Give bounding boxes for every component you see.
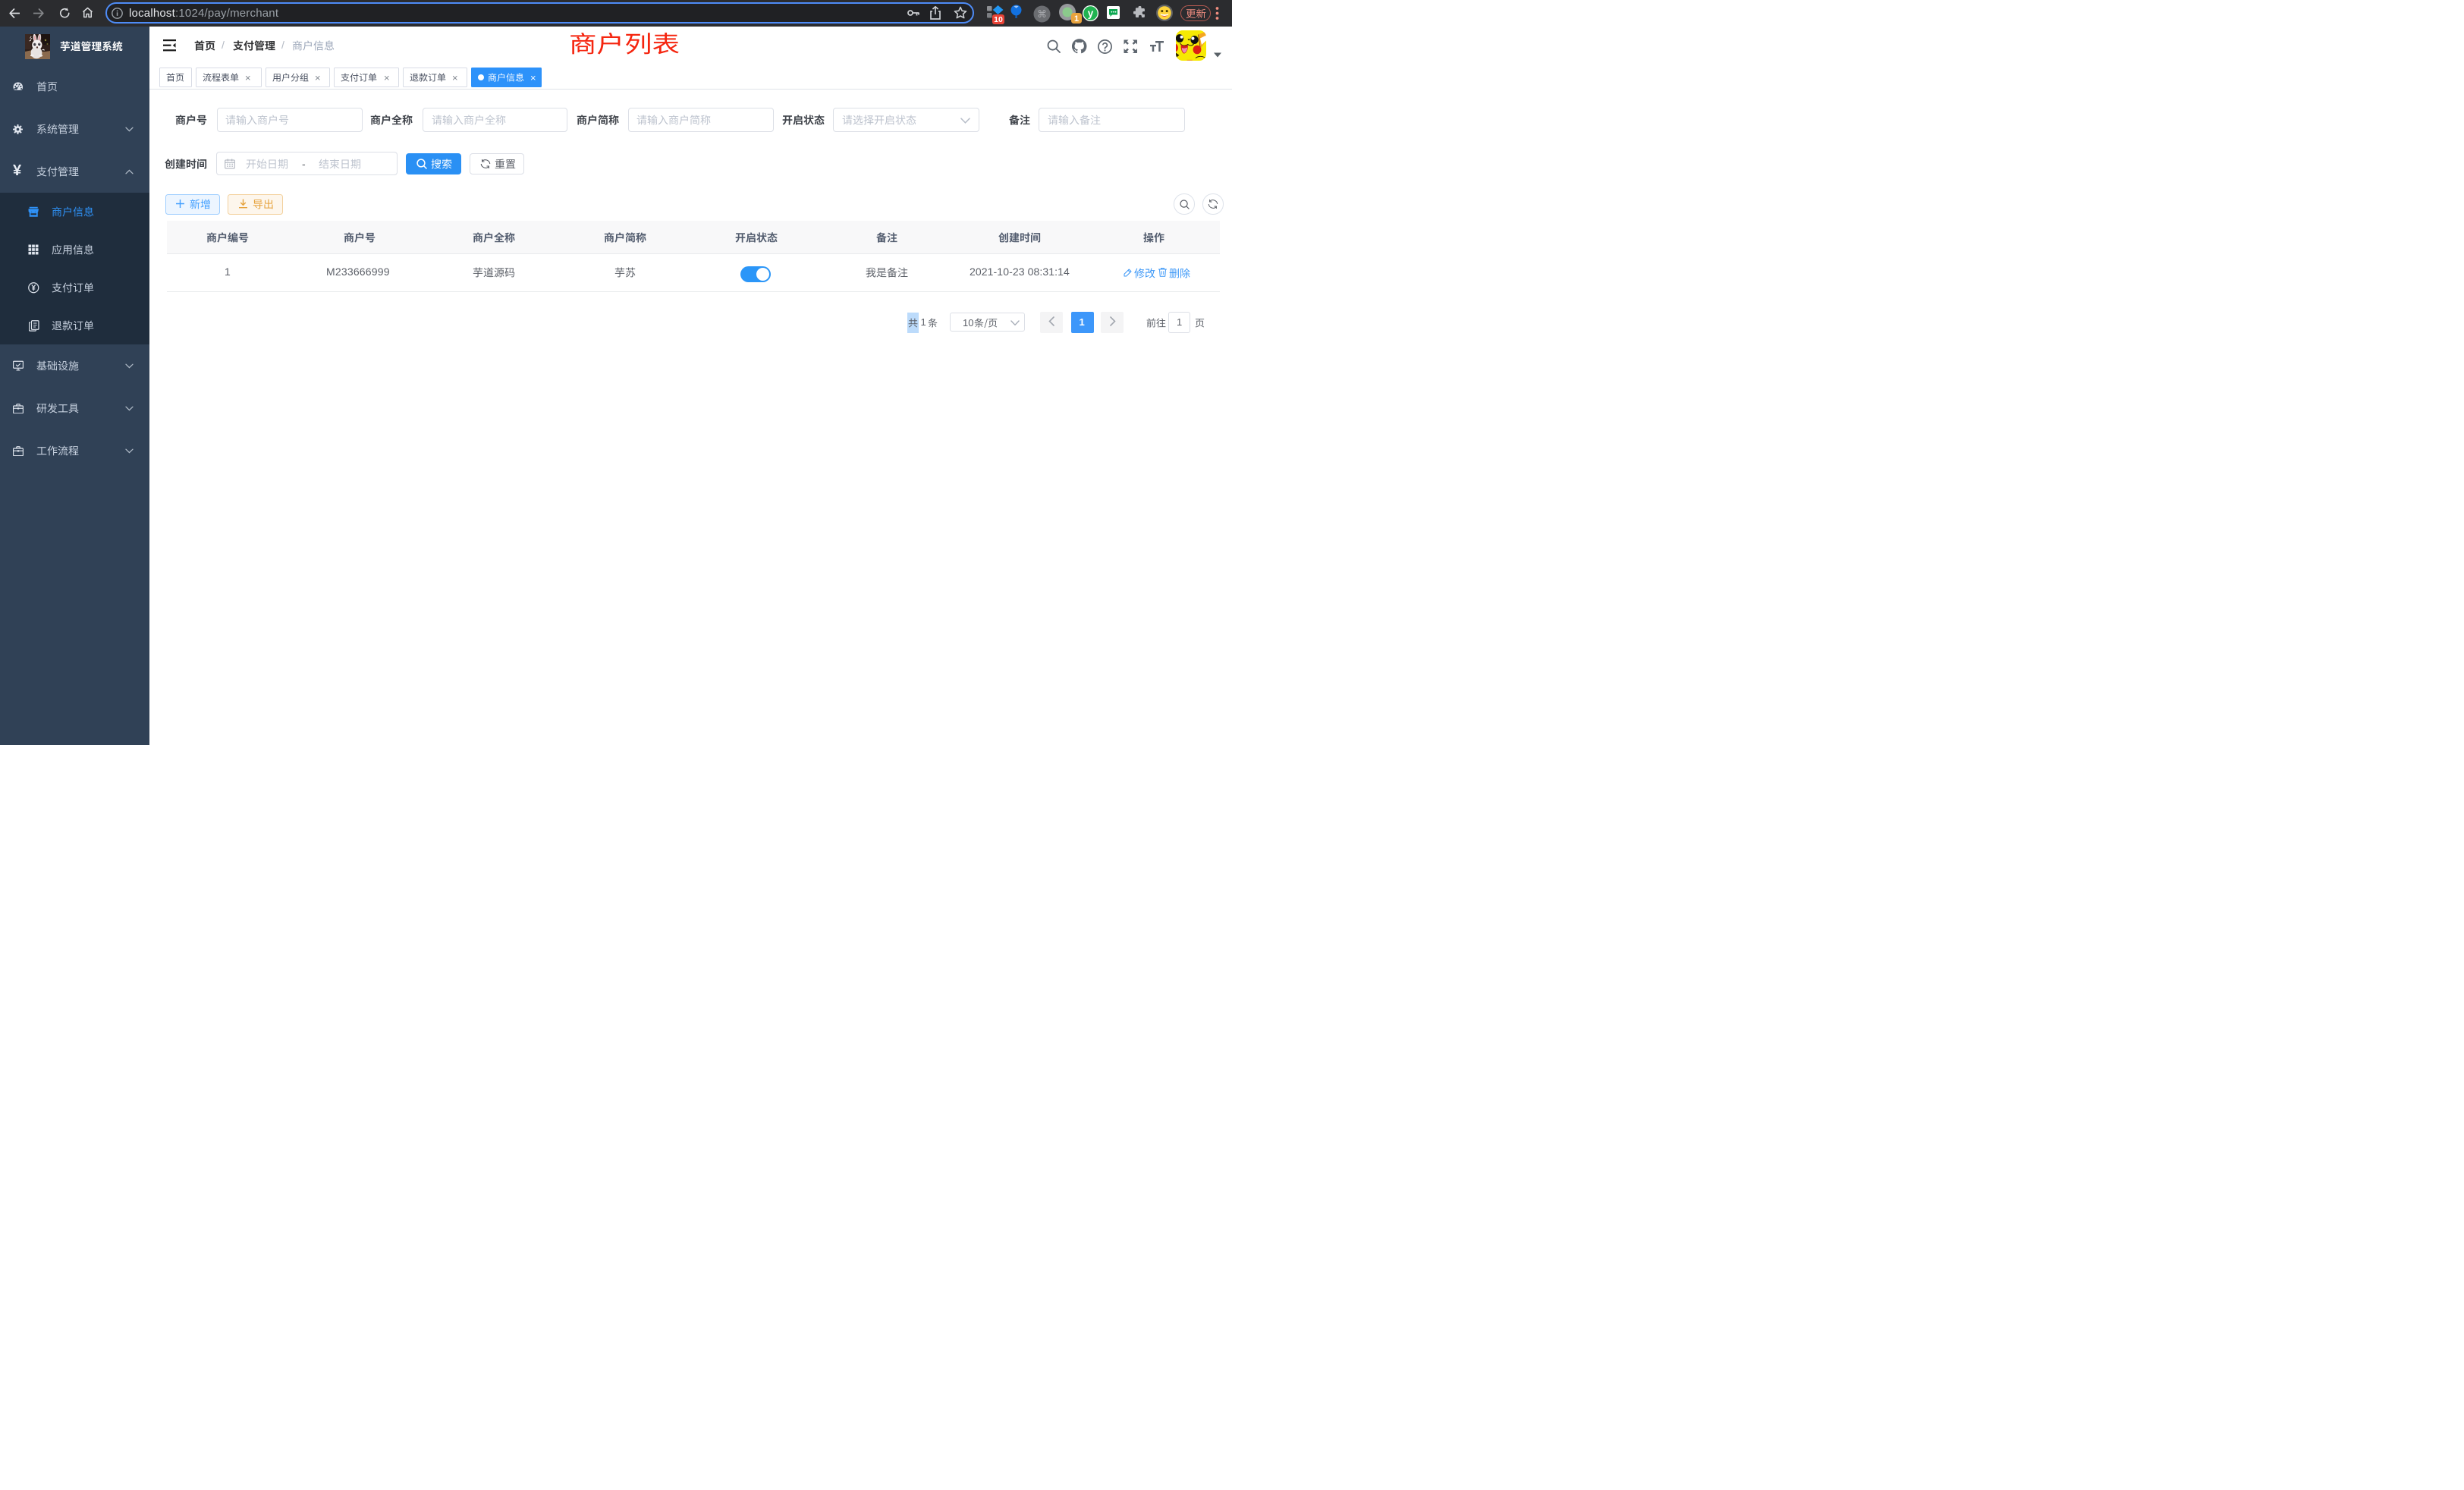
- svg-text:10: 10: [994, 15, 1003, 24]
- svg-text:⌘: ⌘: [1037, 8, 1047, 20]
- svg-text:y: y: [1088, 8, 1094, 19]
- svg-text:1: 1: [1074, 14, 1079, 24]
